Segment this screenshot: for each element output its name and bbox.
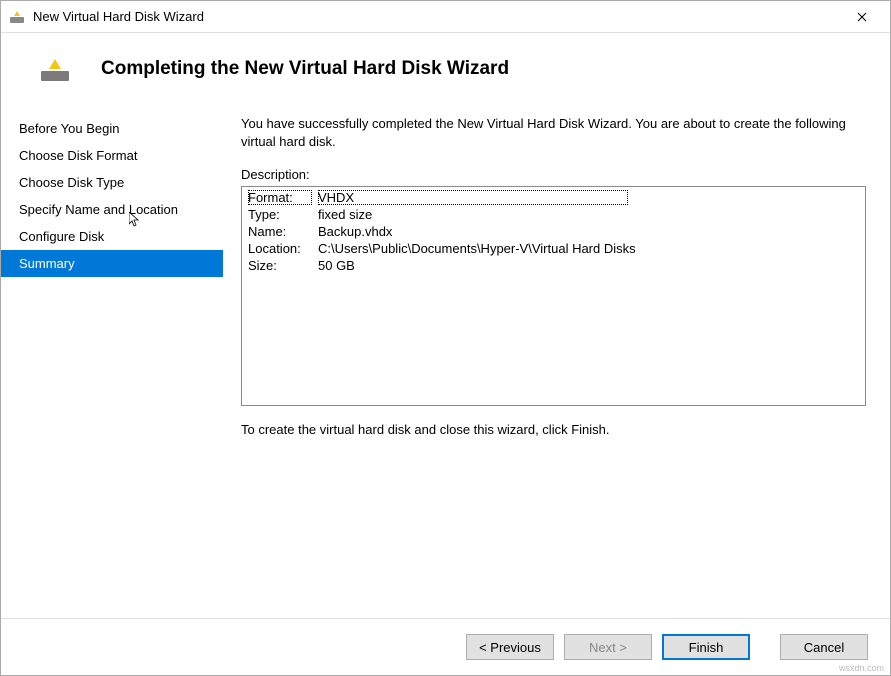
titlebar: New Virtual Hard Disk Wizard (1, 1, 890, 33)
finish-button[interactable]: Finish (662, 634, 750, 660)
desc-key: Size: (248, 258, 318, 273)
close-icon (857, 12, 867, 22)
disk-wizard-large-icon (39, 53, 71, 85)
desc-value: C:\Users\Public\Documents\Hyper-V\Virtua… (318, 241, 859, 256)
intro-text: You have successfully completed the New … (241, 115, 866, 151)
sidebar-item-before-you-begin[interactable]: Before You Begin (1, 115, 223, 142)
desc-value: 50 GB (318, 258, 859, 273)
sidebar-item-choose-disk-type[interactable]: Choose Disk Type (1, 169, 223, 196)
sidebar-item-configure-disk[interactable]: Configure Disk (1, 223, 223, 250)
desc-row-type: Type: fixed size (248, 206, 859, 223)
wizard-header: Completing the New Virtual Hard Disk Wiz… (1, 33, 890, 109)
disk-wizard-icon (9, 9, 25, 25)
desc-value: VHDX (318, 190, 628, 205)
window-title: New Virtual Hard Disk Wizard (33, 9, 842, 24)
desc-key: Name: (248, 224, 318, 239)
previous-button[interactable]: < Previous (466, 634, 554, 660)
sidebar-item-label: Choose Disk Type (19, 175, 124, 190)
watermark: wsxdn.com (839, 663, 884, 673)
sidebar-item-label: Choose Disk Format (19, 148, 137, 163)
wizard-steps-sidebar: Before You Begin Choose Disk Format Choo… (1, 109, 223, 618)
description-label: Description: (241, 167, 866, 182)
sidebar-item-specify-name-location[interactable]: Specify Name and Location (1, 196, 223, 223)
wizard-window: New Virtual Hard Disk Wizard Completing … (0, 0, 891, 676)
sidebar-item-summary[interactable]: Summary (1, 250, 223, 277)
desc-row-location: Location: C:\Users\Public\Documents\Hype… (248, 240, 859, 257)
desc-key: Type: (248, 207, 318, 222)
desc-key: Location: (248, 241, 318, 256)
page-heading: Completing the New Virtual Hard Disk Wiz… (101, 58, 509, 80)
wizard-body: Before You Begin Choose Disk Format Choo… (1, 109, 890, 619)
description-box: Format: VHDX Type: fixed size Name: Back… (241, 186, 866, 406)
desc-row-size: Size: 50 GB (248, 257, 859, 274)
desc-value: fixed size (318, 207, 859, 222)
sidebar-item-label: Summary (19, 256, 75, 271)
instruction-text: To create the virtual hard disk and clos… (241, 422, 866, 437)
sidebar-item-label: Specify Name and Location (19, 202, 178, 217)
sidebar-item-label: Configure Disk (19, 229, 104, 244)
wizard-footer: < Previous Next > Finish Cancel (1, 619, 890, 675)
sidebar-item-label: Before You Begin (19, 121, 119, 136)
cancel-button[interactable]: Cancel (780, 634, 868, 660)
next-button: Next > (564, 634, 652, 660)
wizard-content: You have successfully completed the New … (223, 109, 890, 618)
sidebar-item-choose-disk-format[interactable]: Choose Disk Format (1, 142, 223, 169)
desc-key: Format: (248, 190, 312, 205)
close-button[interactable] (842, 3, 882, 31)
desc-row-name: Name: Backup.vhdx (248, 223, 859, 240)
desc-row-format: Format: VHDX (248, 189, 859, 206)
desc-value: Backup.vhdx (318, 224, 859, 239)
